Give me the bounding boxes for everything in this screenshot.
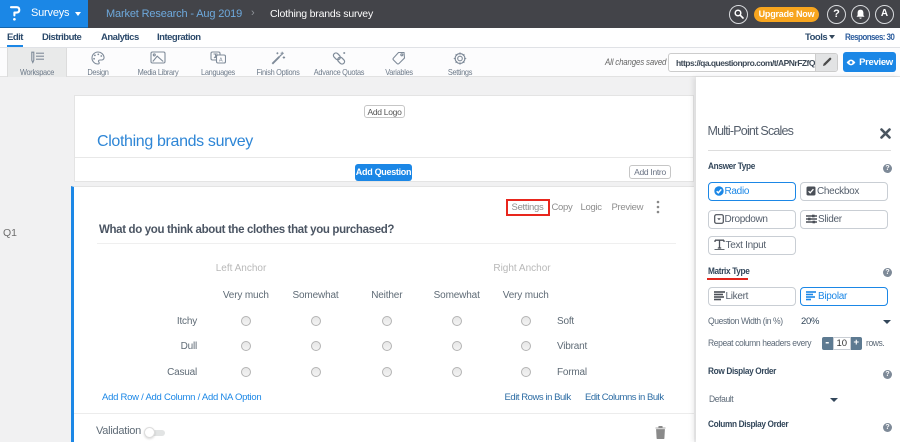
- svg-text:A: A: [219, 57, 223, 63]
